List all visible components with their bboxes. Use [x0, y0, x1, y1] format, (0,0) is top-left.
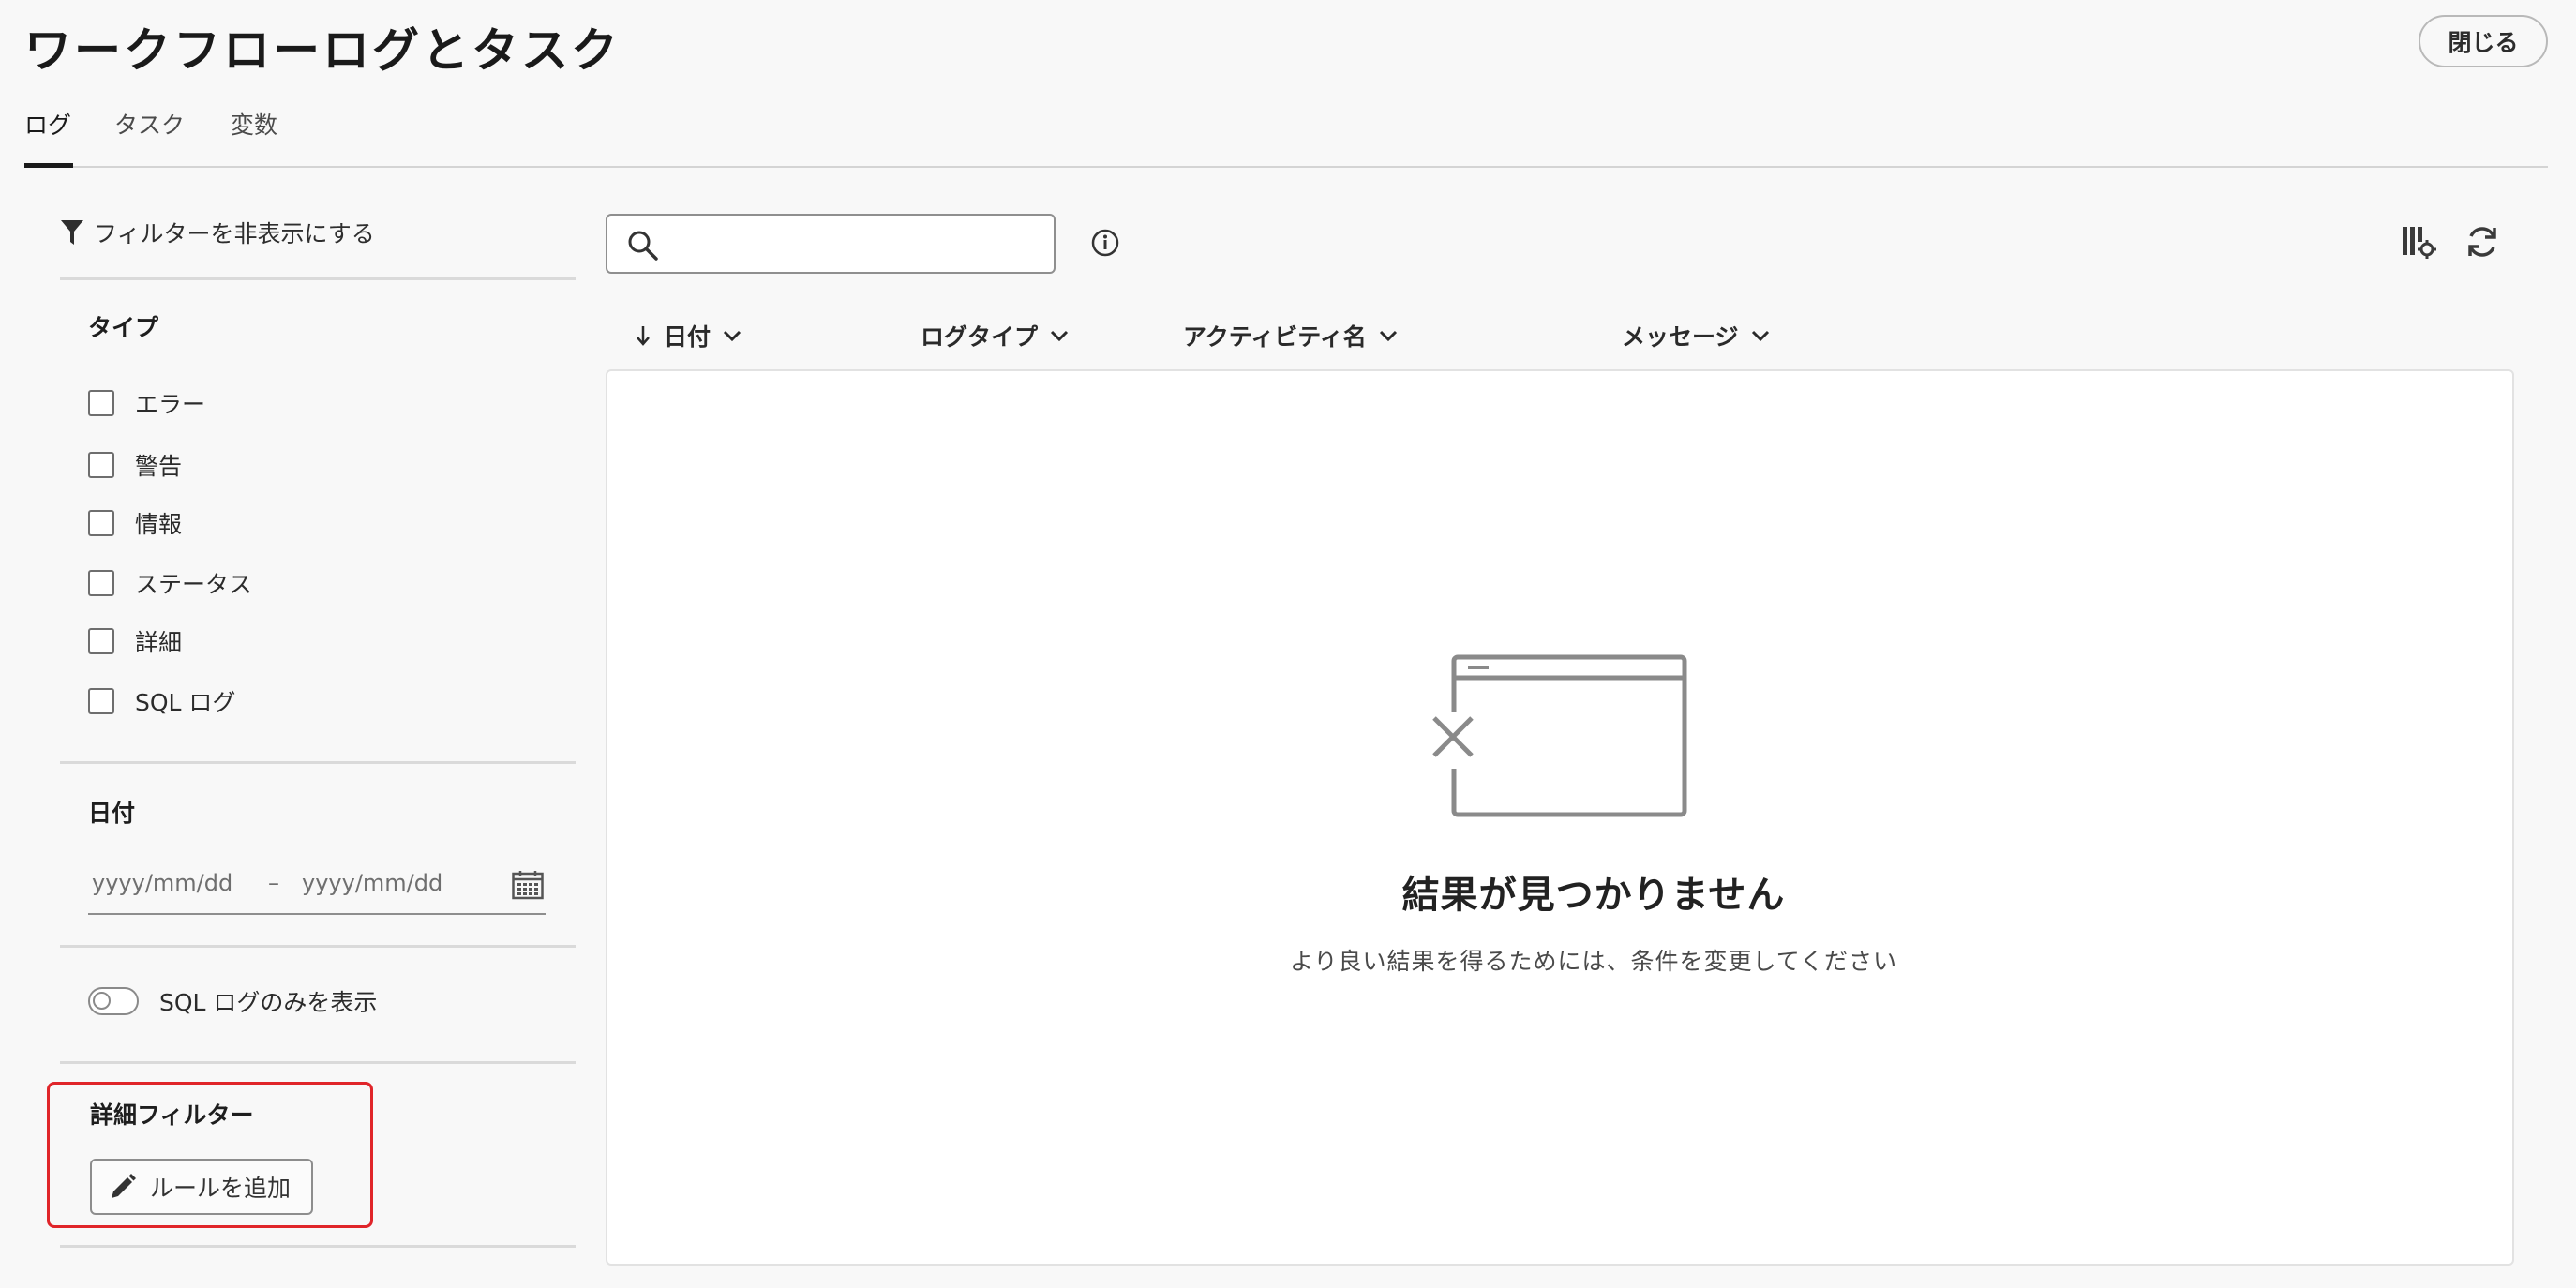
column-header-label: アクティビティ名 — [1183, 323, 1367, 351]
search-input[interactable] — [606, 214, 1056, 274]
column-header-label: メッセージ — [1622, 323, 1739, 351]
column-header-label: 日付 — [664, 323, 711, 351]
chevron-down-icon — [1050, 330, 1069, 342]
column-header-log-type[interactable]: ログタイプ — [921, 317, 1070, 354]
info-icon[interactable] — [1089, 227, 1121, 259]
date-separator: – — [268, 870, 279, 896]
type-option-detail[interactable]: 詳細 — [88, 622, 182, 660]
checkbox[interactable] — [88, 390, 114, 416]
checkbox[interactable] — [88, 570, 114, 596]
column-header-label: ログタイプ — [921, 323, 1039, 351]
tab-logs[interactable]: ログ — [24, 107, 71, 141]
checkbox-label: 詳細 — [135, 629, 183, 656]
type-section-label: タイプ — [88, 314, 159, 341]
type-option-error[interactable]: エラー — [88, 384, 205, 422]
type-option-status[interactable]: ステータス — [88, 564, 252, 602]
sort-descending-icon — [637, 326, 650, 346]
checkbox[interactable] — [88, 510, 114, 536]
pencil-icon — [112, 1174, 136, 1198]
divider — [60, 1061, 576, 1064]
checkbox-label: ステータス — [135, 571, 253, 598]
sql-only-toggle-row[interactable]: SQL ログのみを表示 — [88, 982, 377, 1020]
toggle-knob — [93, 992, 111, 1010]
divider — [60, 277, 576, 280]
empty-state-title: 結果が見つかりません — [1401, 874, 1786, 917]
type-option-sql-log[interactable]: SQL ログ — [88, 682, 235, 720]
checkbox-label: SQL ログ — [135, 689, 236, 716]
checkbox[interactable] — [88, 628, 114, 654]
checkbox[interactable] — [88, 688, 114, 714]
column-header-activity-name[interactable]: アクティビティ名 — [1183, 317, 1399, 354]
column-settings-icon[interactable] — [2400, 223, 2437, 261]
divider — [60, 761, 576, 764]
workflow-logs-page: ワークフローログとタスク 閉じる ログ タスク 変数 フィルターを非表示にする … — [0, 0, 2576, 1288]
checkbox-label: 情報 — [135, 511, 183, 538]
tab-variables[interactable]: 変数 — [231, 107, 277, 141]
divider — [60, 1245, 576, 1248]
sql-only-toggle-label: SQL ログのみを表示 — [159, 989, 378, 1016]
advanced-filter-label: 詳細フィルター — [90, 1101, 254, 1129]
end-date-input[interactable]: yyyy/mm/dd — [302, 870, 442, 896]
start-date-input[interactable]: yyyy/mm/dd — [92, 870, 232, 896]
date-range-field[interactable]: yyyy/mm/dd – yyyy/mm/dd — [88, 861, 546, 915]
column-header-message[interactable]: メッセージ — [1622, 317, 1771, 354]
tab-tasks[interactable]: タスク — [114, 107, 185, 141]
hide-filters-toggle[interactable]: フィルターを非表示にする — [60, 214, 375, 251]
active-tab-indicator — [24, 163, 73, 168]
close-button[interactable]: 閉じる — [2419, 15, 2548, 67]
refresh-icon[interactable] — [2464, 223, 2501, 261]
tabs-divider — [24, 166, 2548, 168]
divider — [60, 945, 576, 948]
page-title: ワークフローログとタスク — [24, 23, 621, 78]
add-rule-button[interactable]: ルールを追加 — [90, 1159, 313, 1215]
type-option-warning[interactable]: 警告 — [88, 446, 182, 484]
checkbox[interactable] — [88, 452, 114, 478]
checkbox-label: 警告 — [135, 453, 183, 480]
date-section-label: 日付 — [88, 800, 136, 827]
chevron-down-icon — [1751, 330, 1769, 342]
checkbox-label: エラー — [135, 391, 206, 418]
chevron-down-icon — [723, 330, 741, 342]
empty-state-subtitle: より良い結果を得るためには、条件を変更してください — [1289, 948, 1897, 975]
type-option-info[interactable]: 情報 — [88, 504, 182, 542]
search-icon — [628, 231, 658, 261]
column-header-date[interactable]: 日付 — [634, 317, 742, 354]
calendar-icon[interactable] — [512, 870, 544, 900]
sql-only-toggle[interactable] — [88, 987, 139, 1015]
hide-filters-label: フィルターを非表示にする — [94, 220, 375, 247]
no-results-illustration — [1430, 654, 1687, 817]
filter-icon — [61, 220, 83, 245]
chevron-down-icon — [1379, 330, 1397, 342]
add-rule-label: ルールを追加 — [150, 1176, 292, 1202]
